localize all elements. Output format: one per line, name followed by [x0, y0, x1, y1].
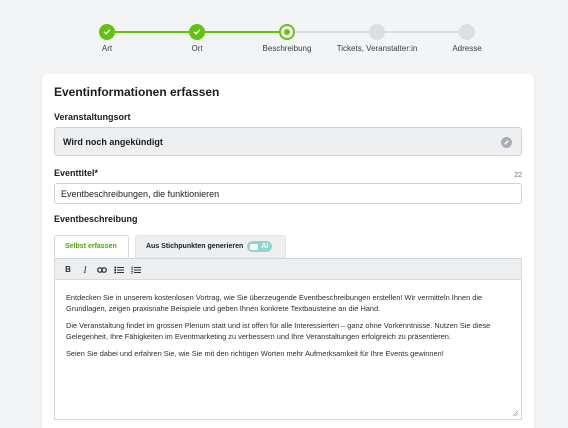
step-ort-dot[interactable]: [189, 24, 205, 40]
character-counter: 22: [514, 172, 522, 179]
venue-value: Wird noch angekündigt: [63, 137, 163, 147]
edit-icon[interactable]: [501, 137, 512, 148]
event-info-card: Eventinformationen erfassen Veranstaltun…: [42, 74, 534, 428]
bullet-list-icon: [114, 266, 124, 273]
step-beschreibung-dot[interactable]: [279, 24, 295, 40]
description-editor[interactable]: B I Entdecken Sie in unserem kostenlosen…: [54, 258, 522, 420]
step-label-adresse[interactable]: Adresse: [407, 44, 527, 53]
editor-toolbar: B I: [55, 259, 521, 280]
description-label: Eventbeschreibung: [54, 214, 138, 224]
description-paragraph: Die Veranstaltung findet im grossen Plen…: [66, 321, 491, 342]
bold-button[interactable]: B: [61, 263, 75, 276]
step-tickets-dot[interactable]: [369, 24, 385, 40]
tab-generate-label: Aus Stichpunkten generieren: [146, 243, 244, 250]
ai-badge-label: AI: [261, 243, 269, 250]
step-art-dot[interactable]: [99, 24, 115, 40]
event-title-input[interactable]: [54, 183, 522, 204]
card-title: Eventinformationen erfassen: [54, 85, 220, 99]
editor-content[interactable]: Entdecken Sie in unserem kostenlosen Vor…: [66, 292, 514, 365]
pencil-icon: [504, 140, 509, 145]
checkmark-icon: [103, 29, 111, 35]
numbered-list-button[interactable]: [129, 263, 143, 276]
resize-handle-icon[interactable]: [512, 410, 519, 417]
description-paragraph: Seien Sie dabei und erfahren Sie, wie Si…: [66, 349, 444, 358]
robot-icon: [250, 243, 259, 250]
tab-manual-entry[interactable]: Selbst erfassen: [54, 235, 129, 258]
ai-badge: AI: [247, 241, 273, 252]
numbered-list-icon: [131, 266, 141, 274]
tab-manual-entry-label: Selbst erfassen: [65, 243, 117, 250]
progress-stepper: Art Ort Beschreibung Tickets, Veranstalt…: [0, 0, 568, 62]
description-paragraph: Entdecken Sie in unserem kostenlosen Vor…: [66, 293, 483, 314]
tab-generate-from-bullets[interactable]: Aus Stichpunkten generieren AI: [135, 235, 286, 258]
venue-label: Veranstaltungsort: [54, 112, 131, 122]
italic-button[interactable]: I: [78, 263, 92, 276]
link-icon: [97, 266, 107, 273]
step-adresse-dot[interactable]: [459, 24, 475, 40]
bullet-list-button[interactable]: [112, 263, 126, 276]
event-title-label: Eventtitel*: [54, 168, 99, 178]
link-button[interactable]: [95, 263, 109, 276]
checkmark-icon: [193, 29, 201, 35]
venue-field[interactable]: Wird noch angekündigt: [54, 127, 522, 156]
